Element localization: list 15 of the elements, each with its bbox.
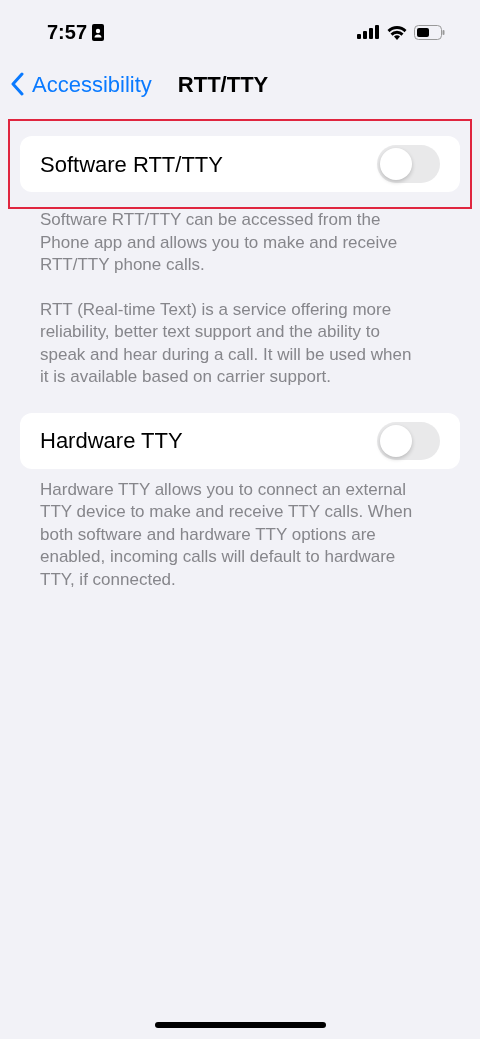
footer-text: RTT (Real-time Text) is a service offering more reliability, better text support and the ability to speak and hear during a call. It will be used when it is available based on carrier support. xyxy=(40,298,413,388)
chevron-left-icon xyxy=(10,72,24,96)
wifi-icon xyxy=(387,24,407,40)
toggle-switch[interactable] xyxy=(377,145,440,183)
footer-text: Hardware TTY allows you to connect an external TTY device to make and receive TTY calls. When both software and hardware TTY options are enabled, incoming calls will default to hardware TTY, if connected. xyxy=(40,478,414,591)
toggle-switch[interactable] xyxy=(377,421,440,460)
status-time: 7:57 xyxy=(47,20,88,45)
id-card-icon xyxy=(92,23,105,41)
setting-label: Software RTT/TTY xyxy=(40,150,223,179)
page-title: RTT/TTY xyxy=(177,70,269,99)
battery-icon xyxy=(414,24,445,40)
signal-icon xyxy=(357,25,380,39)
back-button[interactable]: Accessibility xyxy=(10,67,152,101)
setting-label: Hardware TTY xyxy=(40,427,183,455)
footer-text: Software RTT/TTY can be accessed from the Phone app and allows you to make and receive RTT/TTY phone calls. xyxy=(40,209,399,276)
